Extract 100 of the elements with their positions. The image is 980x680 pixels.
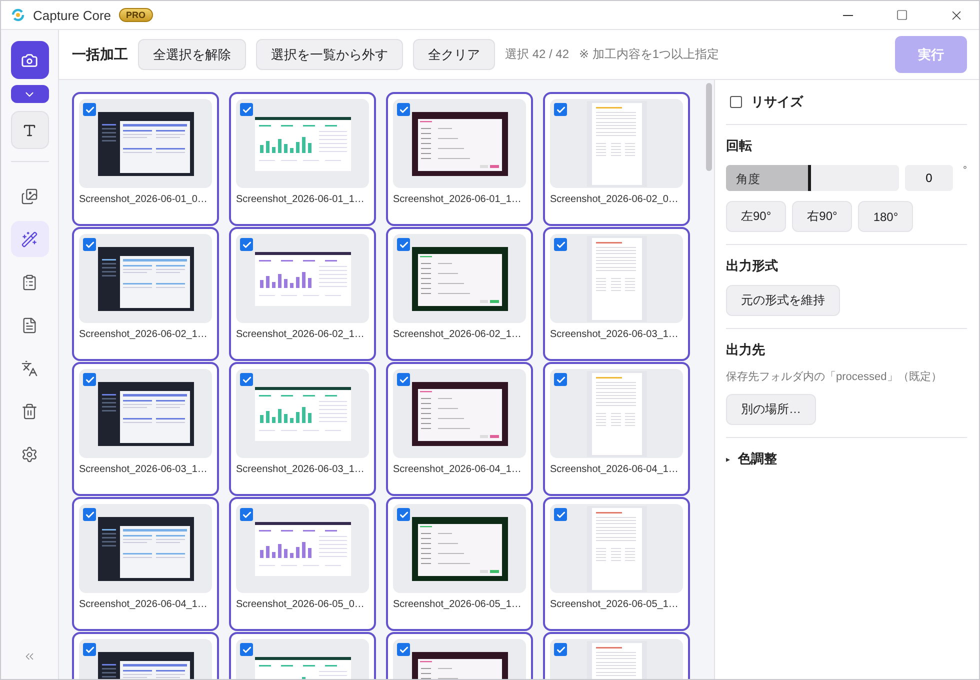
text-tool-button[interactable] xyxy=(10,111,48,149)
file-card[interactable]: Screenshot_2026-06-01_1… xyxy=(386,92,533,226)
file-checkbox[interactable] xyxy=(554,103,567,116)
file-card[interactable]: Screenshot_2026-06-01_0… xyxy=(72,92,219,226)
file-checkbox[interactable] xyxy=(554,238,567,251)
angle-input[interactable]: 0 xyxy=(905,165,953,191)
minimize-icon xyxy=(843,14,853,16)
file-checkbox[interactable] xyxy=(554,643,567,656)
pro-badge: PRO xyxy=(119,8,153,22)
file-card[interactable]: Screenshot_2026-06-02_0… xyxy=(543,92,690,226)
file-card[interactable]: Screenshot_2026-06-02_1… xyxy=(386,227,533,361)
file-card[interactable]: Screenshot_2026-06-01_1… xyxy=(229,92,376,226)
section-heading: 出力先 xyxy=(726,341,766,359)
file-checkbox[interactable] xyxy=(397,373,410,386)
choose-location-button[interactable]: 別の場所… xyxy=(726,394,816,425)
file-card[interactable]: Screenshot_2026-06-02_1… xyxy=(72,227,219,361)
file-card[interactable]: Screenshot_2026-06-03_1… xyxy=(72,362,219,496)
section-heading: 出力形式 xyxy=(726,257,779,275)
file-card[interactable]: Screenshot_2026-06-04_1… xyxy=(72,497,219,631)
check-icon xyxy=(556,644,566,654)
images-icon xyxy=(21,188,38,204)
file-card[interactable]: Screenshot_2026-06-03_1… xyxy=(229,362,376,496)
check-icon xyxy=(84,644,94,654)
file-checkbox[interactable] xyxy=(240,508,253,521)
rotate-button[interactable]: 左90° xyxy=(726,201,786,232)
file-checkbox[interactable] xyxy=(554,508,567,521)
toolbar-button[interactable]: 全クリア xyxy=(413,39,495,70)
camera-button[interactable] xyxy=(10,41,48,79)
file-card[interactable]: Screenshot_2026-06-05_1… xyxy=(543,497,690,631)
check-icon xyxy=(556,104,566,114)
file-checkbox[interactable] xyxy=(240,103,253,116)
batch-title: 一括加工 xyxy=(72,46,128,64)
rotate-button[interactable]: 180° xyxy=(858,201,914,232)
file-checkbox[interactable] xyxy=(83,643,96,656)
file-checkbox[interactable] xyxy=(554,373,567,386)
check-icon xyxy=(242,644,252,654)
resize-checkbox[interactable]: リサイズ xyxy=(726,90,967,112)
check-icon xyxy=(84,510,94,520)
clipboard-icon xyxy=(21,274,38,290)
file-name: Screenshot_2026-06-05_1… xyxy=(393,598,522,612)
maximize-icon xyxy=(896,9,908,21)
file-checkbox[interactable] xyxy=(83,103,96,116)
file-name: Screenshot_2026-06-02_1… xyxy=(79,328,208,342)
text-icon xyxy=(22,122,37,138)
file-name: Screenshot_2026-06-04_1… xyxy=(393,463,522,477)
file-checkbox[interactable] xyxy=(240,238,253,251)
check-icon xyxy=(398,644,408,654)
check-icon xyxy=(242,104,252,114)
file-name: Screenshot_2026-06-04_1… xyxy=(550,463,678,477)
file-card[interactable]: Screenshot_2026-06-05_0… xyxy=(229,497,376,631)
file-name: Screenshot_2026-06-04_1… xyxy=(79,598,208,612)
check-icon xyxy=(556,240,566,250)
file-card[interactable]: Screenshot_2026-06-04_1… xyxy=(386,362,533,496)
angle-slider[interactable]: 角度 xyxy=(726,165,899,191)
magic-wand-button[interactable] xyxy=(10,221,48,257)
selection-count: 選択 42 / 42 xyxy=(505,46,570,63)
format-button[interactable]: 元の形式を維持 xyxy=(726,285,840,316)
color-adjust-toggle[interactable]: ▸ 色調整 xyxy=(726,450,967,468)
trash-icon xyxy=(21,402,38,420)
rotate-button[interactable]: 右90° xyxy=(792,201,852,232)
app-logo-icon xyxy=(11,8,25,22)
file-checkbox[interactable] xyxy=(240,643,253,656)
file-card[interactable]: Screenshot_2026-06-02_1… xyxy=(229,227,376,361)
file-name: Screenshot_2026-06-05_1… xyxy=(550,598,678,612)
check-icon xyxy=(242,240,252,250)
check-icon xyxy=(398,510,408,520)
degree-unit: ° xyxy=(963,165,967,176)
file-name: Screenshot_2026-06-02_1… xyxy=(236,328,364,342)
file-checkbox[interactable] xyxy=(83,238,96,251)
camera-icon xyxy=(21,52,38,68)
check-icon xyxy=(398,240,408,250)
file-name: Screenshot_2026-06-03_1… xyxy=(79,463,208,477)
check-icon xyxy=(242,374,252,384)
window-title: Capture Core xyxy=(33,8,112,22)
file-card[interactable]: Screenshot_2026-06-04_1… xyxy=(543,362,690,496)
dropdown-button[interactable] xyxy=(10,85,48,103)
check-icon xyxy=(84,374,94,384)
file-name: Screenshot_2026-06-03_1… xyxy=(550,328,678,342)
file-checkbox[interactable] xyxy=(83,373,96,386)
toolbar-button[interactable]: 選択を一覧から外す xyxy=(256,39,403,70)
file-checkbox[interactable] xyxy=(240,373,253,386)
file-checkbox[interactable] xyxy=(83,508,96,521)
hint-text: ※ 加工内容を1つ以上指定 xyxy=(579,46,720,63)
file-checkbox[interactable] xyxy=(397,643,410,656)
file-name: Screenshot_2026-06-02_1… xyxy=(393,328,522,342)
toolbar-button[interactable]: 全選択を解除 xyxy=(138,39,246,70)
document-icon xyxy=(21,316,38,334)
magic-wand-icon xyxy=(21,230,38,248)
check-icon xyxy=(398,104,408,114)
file-checkbox[interactable] xyxy=(397,508,410,521)
file-card[interactable]: Screenshot_2026-06-05_1… xyxy=(386,497,533,631)
file-card[interactable]: Screenshot_2026-06-03_1… xyxy=(543,227,690,361)
file-name: Screenshot_2026-06-03_1… xyxy=(236,463,364,477)
file-name: Screenshot_2026-06-02_0… xyxy=(550,193,678,207)
file-name: Screenshot_2026-06-01_1… xyxy=(236,193,364,207)
check-icon xyxy=(556,510,566,520)
file-checkbox[interactable] xyxy=(397,238,410,251)
check-icon xyxy=(84,240,94,250)
scrollbar-thumb[interactable] xyxy=(706,83,712,171)
file-checkbox[interactable] xyxy=(397,103,410,116)
